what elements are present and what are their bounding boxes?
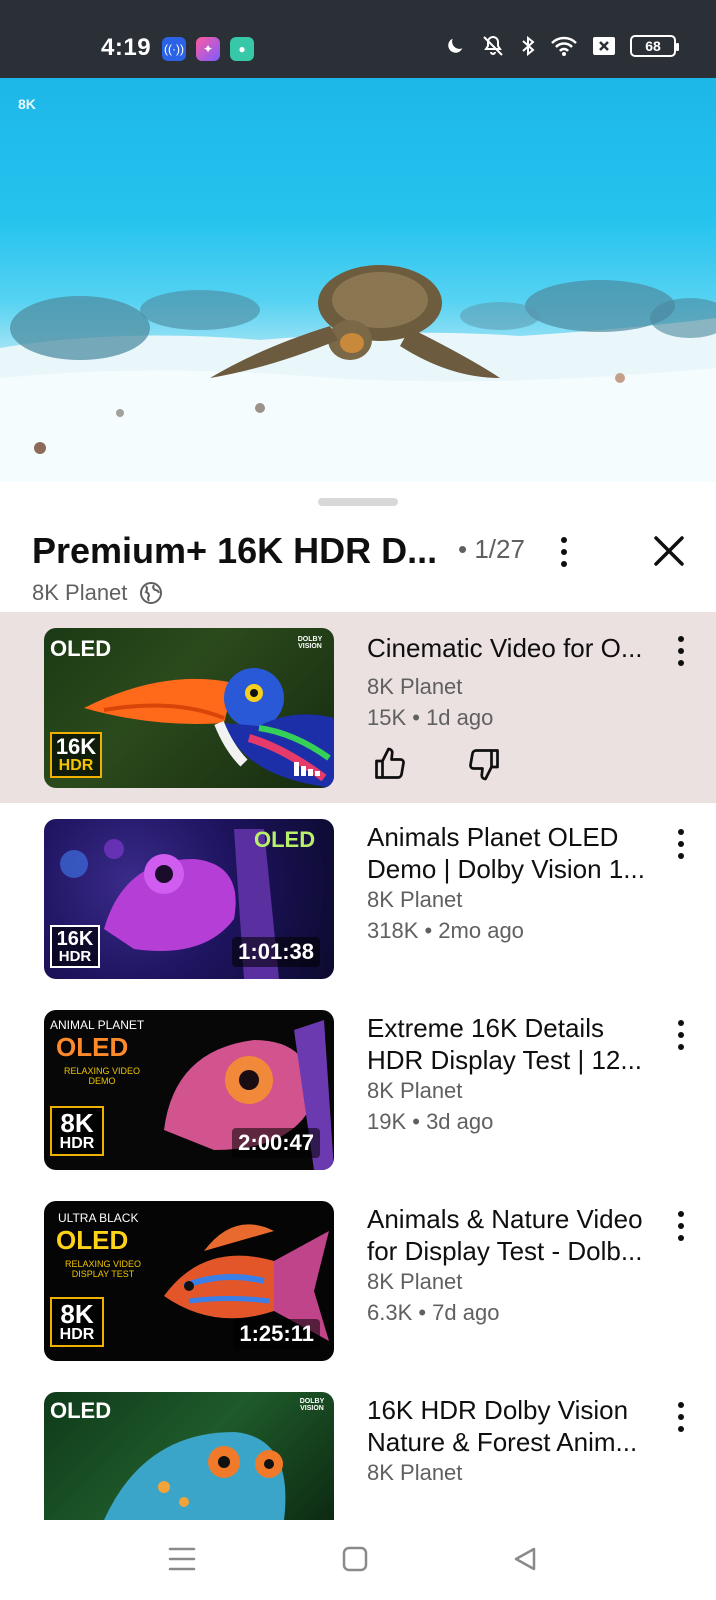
status-bar: 4:19 ((·)) ✦ ● 68 bbox=[0, 0, 716, 78]
moon-icon bbox=[448, 38, 463, 53]
back-icon[interactable] bbox=[512, 1546, 538, 1572]
wifi-icon bbox=[551, 36, 577, 56]
video-title[interactable]: 16K HDR Dolby Vision Nature & Forest Ani… bbox=[367, 1394, 667, 1458]
video-channel[interactable]: 8K Planet bbox=[367, 1269, 462, 1295]
hotspot-icon: ((·)) bbox=[162, 37, 186, 61]
video-channel[interactable]: 8K Planet bbox=[367, 1078, 462, 1104]
item-more-icon[interactable] bbox=[676, 829, 686, 859]
shortcut-icon: ✦ bbox=[196, 37, 220, 61]
video-duration: 2:00:47 bbox=[232, 1128, 320, 1158]
item-more-icon[interactable] bbox=[676, 1402, 686, 1432]
oled-label: OLED bbox=[56, 1225, 129, 1255]
system-nav-bar bbox=[0, 1520, 716, 1600]
dolby-logo: DOLBY VISION bbox=[297, 636, 323, 650]
video-thumbnail[interactable]: OLED 16K HDR 1:01:38 bbox=[44, 819, 334, 979]
resolution-label: 8K bbox=[60, 1299, 94, 1329]
thumb-caption: ANIMAL PLANET bbox=[50, 1018, 145, 1032]
hdr-label: HDR bbox=[59, 1135, 95, 1152]
resolution-badge: 8K HDR bbox=[50, 1106, 104, 1156]
oled-label: OLED bbox=[50, 1398, 112, 1423]
video-title[interactable]: Extreme 16K Details HDR Display Test | 1… bbox=[367, 1012, 667, 1076]
playlist-channel-name: 8K Planet bbox=[32, 580, 128, 605]
video-thumbnail[interactable]: OLED DOLBY VISION bbox=[44, 1392, 334, 1520]
list-item[interactable]: ULTRA BLACK OLED RELAXING VIDEO DISPLAY … bbox=[0, 1185, 716, 1376]
video-channel[interactable]: 8K Planet bbox=[367, 674, 462, 700]
oled-label: OLED bbox=[50, 636, 112, 661]
status-icons: 68 bbox=[444, 34, 679, 58]
menu-icon[interactable] bbox=[168, 1546, 196, 1572]
video-player[interactable]: 8K bbox=[0, 78, 716, 482]
list-item[interactable]: OLED DOLBY VISION 16K HDR Dolby Vision N… bbox=[0, 1376, 716, 1520]
playlist-more-icon[interactable] bbox=[559, 537, 569, 567]
video-title[interactable]: Animals & Nature Video for Display Test … bbox=[367, 1203, 667, 1267]
video-channel[interactable]: 8K Planet bbox=[367, 1460, 462, 1486]
list-item[interactable]: ANIMAL PLANET OLED RELAXING VIDEO DEMO 8… bbox=[0, 994, 716, 1185]
video-meta: 15K • 1d ago bbox=[367, 705, 494, 730]
close-icon[interactable] bbox=[650, 532, 688, 570]
playlist-title[interactable]: Premium+ 16K HDR D... bbox=[32, 530, 437, 572]
video-channel[interactable]: 8K Planet bbox=[367, 887, 462, 913]
thumb-subcaption: RELAXING VIDEO DEMO bbox=[63, 1066, 141, 1086]
item-more-icon[interactable] bbox=[676, 636, 686, 666]
globe-icon bbox=[140, 582, 163, 604]
bluetooth-icon bbox=[522, 35, 535, 57]
resolution-label: 16K bbox=[55, 734, 97, 759]
drag-handle[interactable] bbox=[318, 498, 398, 506]
thumbs-down-icon[interactable] bbox=[466, 746, 502, 782]
thumb-subcaption: RELAXING VIDEO DISPLAY TEST bbox=[64, 1259, 142, 1279]
video-duration: 1:01:38 bbox=[232, 937, 320, 967]
playlist-channel[interactable]: 8K Planet bbox=[32, 580, 163, 606]
resolution-label: 8K bbox=[60, 1108, 94, 1138]
resolution-badge: 16K HDR bbox=[50, 925, 100, 968]
resolution-badge: 16K HDR bbox=[50, 732, 102, 778]
status-time: 4:19 bbox=[101, 34, 152, 61]
video-meta: 19K • 3d ago bbox=[367, 1109, 494, 1134]
video-thumbnail[interactable]: ULTRA BLACK OLED RELAXING VIDEO DISPLAY … bbox=[44, 1201, 334, 1361]
chat-icon: ● bbox=[230, 37, 254, 61]
resolution-badge: 8K HDR bbox=[50, 1297, 104, 1347]
video-thumbnail[interactable]: ANIMAL PLANET OLED RELAXING VIDEO DEMO 8… bbox=[44, 1010, 334, 1170]
thumbs-up-icon[interactable] bbox=[372, 746, 408, 782]
video-duration: 1:25:11 bbox=[233, 1319, 320, 1349]
video-title[interactable]: Cinematic Video for O... bbox=[367, 632, 667, 664]
video-frame bbox=[0, 265, 716, 482]
list-item[interactable]: OLED 16K HDR 1:01:38 Animals Planet OLED… bbox=[0, 803, 716, 994]
home-icon[interactable] bbox=[342, 1546, 368, 1572]
video-meta: 6.3K • 7d ago bbox=[367, 1300, 500, 1325]
dolby-logo: DOLBY VISION bbox=[299, 1398, 325, 1412]
item-more-icon[interactable] bbox=[676, 1211, 686, 1241]
video-title[interactable]: Animals Planet OLED Demo | Dolby Vision … bbox=[367, 821, 667, 885]
battery-icon: 68 bbox=[630, 35, 679, 57]
playlist-position: • 1/27 bbox=[458, 534, 525, 564]
hdr-label: HDR bbox=[58, 757, 94, 774]
playlist-panel: Premium+ 16K HDR D... • 1/27 8K Planet O… bbox=[0, 482, 716, 1520]
list-item[interactable]: OLED 16K HDR DOLBY VISION Cinematic Vide… bbox=[0, 612, 716, 803]
hdr-label: HDR bbox=[58, 948, 92, 965]
thumb-caption: ULTRA BLACK bbox=[58, 1211, 139, 1225]
quality-badge: 8K bbox=[18, 96, 36, 112]
item-more-icon[interactable] bbox=[676, 1020, 686, 1050]
video-thumbnail[interactable]: OLED 16K HDR DOLBY VISION bbox=[44, 628, 334, 788]
mute-icon bbox=[483, 35, 503, 56]
now-playing-icon bbox=[294, 762, 320, 776]
hdr-label: HDR bbox=[59, 1326, 95, 1343]
oled-label: OLED bbox=[56, 1032, 129, 1062]
no-sim-icon bbox=[593, 37, 615, 55]
resolution-label: 16K bbox=[56, 928, 94, 950]
rating-actions bbox=[372, 746, 502, 782]
oled-label: OLED bbox=[254, 827, 316, 852]
video-meta: 318K • 2mo ago bbox=[367, 918, 524, 943]
